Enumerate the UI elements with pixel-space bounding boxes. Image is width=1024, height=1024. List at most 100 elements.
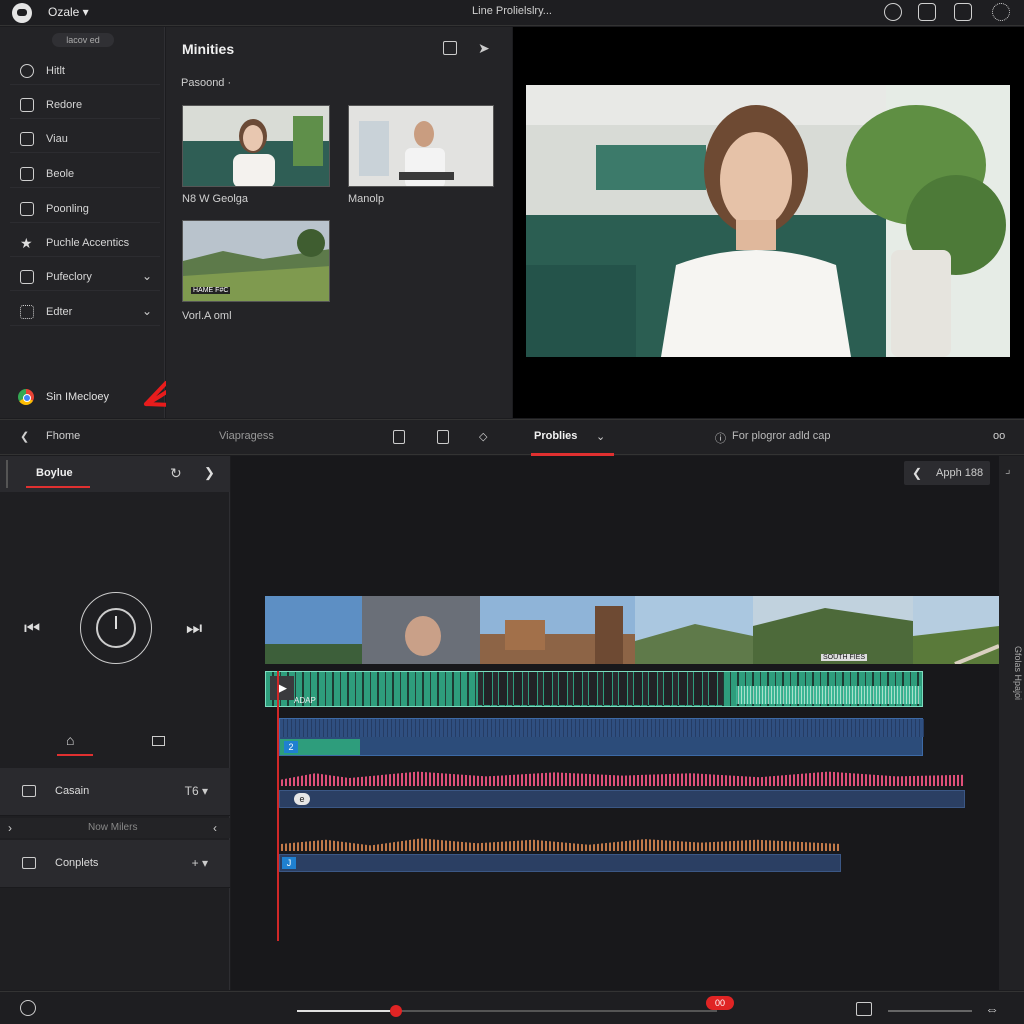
conplets-label: Conplets [55, 857, 99, 869]
chevron-down-icon[interactable]: ⌄ [142, 269, 152, 283]
progress-handle[interactable] [390, 1005, 402, 1017]
left-chevron-icon[interactable]: › [8, 821, 12, 835]
diamond-icon[interactable]: ◇ [479, 430, 487, 443]
casain-row[interactable]: Casain T6 ▾ [0, 768, 230, 816]
play-icon[interactable]: ▶ [270, 676, 294, 700]
sidebar-item-label: Poonling [46, 202, 89, 215]
sidebar-item-pufeclory[interactable]: Pufeclory ⌄ [10, 263, 160, 291]
media-thumbnail[interactable] [348, 105, 494, 187]
sidebar-item-redore[interactable]: Redore [10, 91, 160, 119]
sidebar-item-label: Hitlt [46, 64, 65, 77]
chevron-down-icon[interactable]: ⌄ [596, 430, 605, 443]
filter-dropdown[interactable]: Pasoond · [181, 77, 231, 89]
layout-icon [20, 269, 34, 284]
sidebar: lacov ed Hitlt Redore Viau Beole Poonlin… [0, 27, 244, 418]
bookmark-icon[interactable] [152, 736, 165, 746]
video-preview[interactable] [513, 27, 1024, 418]
film-strip[interactable] [265, 596, 999, 664]
new-milers-label: Now Milers [88, 822, 138, 833]
sidebar-item-poonling[interactable]: Poonling [10, 195, 160, 223]
panel-handle[interactable] [6, 460, 8, 488]
zoom-slider[interactable] [888, 1010, 972, 1012]
back-chevron-icon: ❮ [912, 466, 923, 480]
timeline[interactable]: ❮ Apph 188 SOUTH FIES ▶ ADAP 2 e J [231, 456, 999, 990]
sidebar-item-label: Pufeclory [46, 270, 92, 283]
audio-waveform-orange[interactable] [281, 838, 841, 851]
more-options-icon[interactable]: oo [993, 430, 1005, 442]
timeline-toolbar: ❮ Fhome Viapragess ◇ Problies ⌄ ⓘ For pl… [0, 419, 1024, 456]
sidebar-item-beole[interactable]: Beole [10, 160, 160, 188]
track-number-badge: 2 [284, 741, 298, 753]
tab-problies[interactable]: Problies [534, 430, 577, 442]
import-icon[interactable] [443, 41, 457, 55]
sign-in-button[interactable]: Sin IMecloey [18, 389, 109, 405]
window-title: Line Prolielslry... [472, 5, 552, 17]
vertical-side-label: Gfolas Hpajoi [1013, 646, 1023, 701]
film-overlay-label: SOUTH FIES [821, 654, 868, 661]
control-tab-label: Boylue [36, 467, 73, 479]
rotate-icon[interactable]: ↻ [170, 465, 182, 482]
casain-label: Casain [55, 785, 90, 797]
clip-label: ADAP [294, 696, 316, 705]
right-chevron-icon[interactable]: ‹ [213, 821, 217, 835]
camera-icon[interactable] [918, 3, 936, 21]
home-icon[interactable]: ⌂ [66, 732, 74, 748]
track-number-badge: J [282, 857, 296, 869]
sidebar-item-label: Viau [46, 132, 68, 145]
share-icon[interactable]: ➤ [478, 41, 492, 55]
support-icon[interactable] [884, 3, 902, 21]
back-chevron-icon[interactable]: ❮ [20, 430, 29, 443]
media-thumbnail[interactable] [182, 105, 330, 187]
text-size-dropdown[interactable]: T6 ▾ [185, 784, 208, 798]
media-thumbnail[interactable]: HAME F#C [182, 220, 330, 302]
progress-fill [297, 1010, 396, 1012]
audio-track-1[interactable]: 2 [279, 718, 924, 756]
media-item-label: Vorl.A oml [182, 310, 232, 322]
sidebar-item-edter[interactable]: Edter ⌄ [10, 298, 160, 326]
timeline-side-panel: ⌟ Gfolas Hpajoi [999, 456, 1024, 990]
back-button[interactable]: ❮ Apph 188 [904, 461, 990, 485]
phone-icon[interactable] [393, 430, 405, 444]
man-thumbnail-image [349, 106, 493, 186]
home-underline [57, 754, 93, 756]
thumbnail-overlay: HAME F#C [191, 287, 231, 294]
new-milers-bar[interactable]: › Now Milers ‹ [0, 818, 230, 838]
caption-label[interactable]: For plogror adld cap [732, 430, 830, 442]
video-clip-waveform [736, 686, 921, 704]
video-clip[interactable]: ▶ ADAP [265, 671, 923, 707]
control-panel: Boylue ↻ ❯ ⏮ ⏭ ⌂ Casain T6 ▾ › Now Miler… [0, 456, 230, 990]
corner-icon[interactable]: ⌟ [1005, 462, 1011, 476]
viapragess-button[interactable]: Viapragess [219, 430, 274, 442]
audio-waveform-pink[interactable] [281, 771, 965, 786]
next-chevron-icon[interactable]: ❯ [204, 465, 215, 481]
sidebar-item-label: Beole [46, 167, 75, 180]
power-icon[interactable] [20, 1000, 36, 1016]
sidebar-item-hitlt[interactable]: Hitlt [10, 57, 160, 85]
workspace-pill[interactable]: lacov ed [52, 33, 114, 47]
conplets-row[interactable]: Conplets + ▾ [0, 840, 230, 888]
home-button[interactable]: Fhome [46, 430, 80, 442]
time-badge[interactable]: 00 [706, 996, 734, 1010]
sidebar-item-viau[interactable]: Viau [10, 125, 160, 153]
sign-in-label: Sin IMecloey [46, 391, 109, 403]
skip-forward-icon[interactable]: ⏭ [186, 618, 202, 639]
playhead[interactable] [277, 671, 279, 941]
back-button-label: Apph 188 [936, 467, 984, 479]
add-dropdown[interactable]: + ▾ [192, 856, 208, 870]
window-icon[interactable] [954, 3, 972, 21]
skip-back-icon[interactable]: ⏮ [24, 618, 40, 639]
audio-track-3[interactable]: J [279, 854, 841, 872]
bottom-bar: 00 ⇔ [0, 991, 1024, 1024]
control-tab[interactable]: Boylue ↻ ❯ [0, 456, 230, 492]
settings-icon[interactable] [992, 3, 1010, 21]
fullscreen-icon[interactable]: ⇔ [985, 1001, 999, 1017]
chrome-icon [18, 389, 34, 405]
clock-icon [20, 63, 34, 78]
image-icon[interactable] [856, 1002, 872, 1016]
tablet-icon[interactable] [437, 430, 449, 444]
audio-track-2[interactable]: e [279, 790, 965, 808]
monitor-icon [20, 131, 34, 146]
track-number-badge: e [294, 793, 310, 805]
sidebar-item-puchle-accentics[interactable]: ★ Puchle Accentics [10, 229, 160, 257]
sidebar-item-label: Edter [46, 305, 73, 318]
